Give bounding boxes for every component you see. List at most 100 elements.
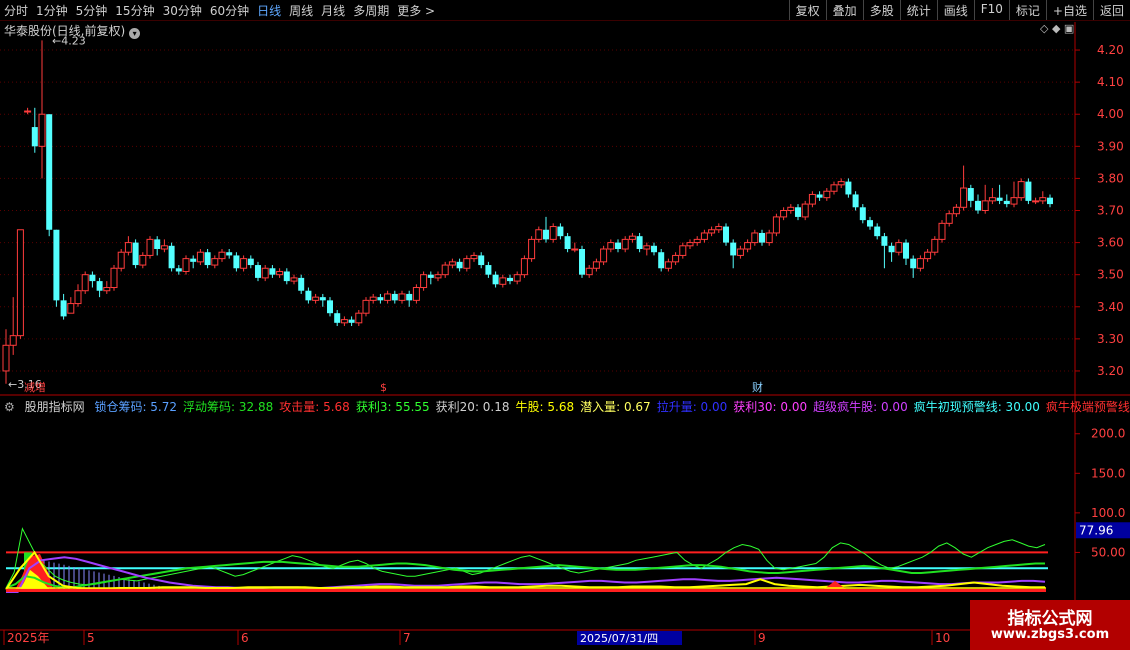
tab-period-5[interactable]: 60分钟	[210, 4, 249, 18]
toolbar-button-0[interactable]: 复权	[788, 0, 826, 20]
tab-period-10[interactable]: 更多 >	[397, 4, 435, 18]
tab-period-0[interactable]: 分时	[4, 4, 28, 18]
candle-body	[981, 200, 989, 211]
candle	[117, 249, 125, 272]
candle	[398, 290, 406, 304]
candle-body	[190, 258, 197, 262]
candle	[441, 261, 449, 278]
candle	[557, 223, 564, 240]
chart-title[interactable]: 华泰股份(日线,前复权) ▾	[4, 22, 141, 39]
candle-body	[218, 251, 226, 260]
candle	[312, 293, 320, 304]
period-tabs: 分时 1分钟 5分钟 15分钟 30分钟 60分钟 日线 周线 月线 多周期 更多 >	[4, 2, 443, 19]
candle-body	[398, 293, 406, 301]
toolbar-button-2[interactable]: 多股	[862, 0, 900, 20]
candle	[334, 309, 341, 327]
candle	[801, 200, 809, 221]
toolbar-button-7[interactable]: +自选	[1045, 0, 1093, 20]
candle-body	[686, 242, 694, 247]
price-tick-label: 3.30	[1097, 332, 1124, 346]
tab-period-1[interactable]: 1分钟	[36, 4, 68, 18]
toolbar-button-6[interactable]: 标记	[1008, 0, 1046, 20]
candle	[420, 271, 428, 291]
candle-body	[499, 277, 507, 285]
indicator-series	[5, 527, 1048, 593]
candle-body	[182, 258, 190, 272]
tab-period-7[interactable]: 周线	[289, 4, 313, 18]
tab-period-4[interactable]: 30分钟	[163, 4, 202, 18]
candle-body	[117, 251, 125, 269]
base-strip	[6, 588, 1046, 592]
candle-body	[952, 206, 960, 215]
candle	[535, 226, 543, 243]
candle	[952, 204, 960, 217]
candle	[369, 293, 377, 304]
chart-controls[interactable]: ◇ ◆ ▣	[1040, 22, 1074, 35]
candle-body	[564, 236, 571, 250]
chevron-down-icon[interactable]: ▾	[129, 28, 141, 39]
candle	[247, 255, 254, 269]
indicator-tick-label: 50.00	[1091, 545, 1125, 559]
candle-body	[823, 190, 831, 199]
candle	[53, 229, 60, 307]
candle	[81, 271, 89, 294]
candle	[808, 191, 816, 208]
tab-period-8[interactable]: 月线	[321, 4, 345, 18]
candle-body	[362, 299, 370, 314]
candle	[672, 252, 680, 266]
candle-body	[679, 245, 687, 256]
candle	[16, 229, 24, 339]
candle-body	[910, 258, 917, 269]
candle-body	[787, 206, 795, 211]
gear-icon[interactable]: ⚙	[4, 400, 15, 414]
candle-body	[305, 290, 312, 301]
toolbar-button-4[interactable]: 画线	[936, 0, 974, 20]
candle-body	[1039, 197, 1047, 202]
candle	[226, 249, 233, 259]
tab-period-3[interactable]: 15分钟	[115, 4, 154, 18]
chart-title-text: 华泰股份(日线,前复权)	[4, 24, 126, 38]
candle	[924, 249, 932, 262]
candle-body	[975, 200, 981, 211]
candle-body	[507, 277, 513, 282]
candle	[1003, 194, 1010, 208]
toolbar-button-5[interactable]: F10	[973, 0, 1009, 20]
candle-body	[261, 267, 269, 279]
candle	[132, 239, 139, 269]
candle-body	[81, 274, 89, 292]
candle	[579, 245, 585, 278]
tab-period-6[interactable]: 日线	[257, 4, 281, 18]
candle	[816, 191, 823, 201]
candle-body	[132, 242, 139, 266]
toolbar-button-8[interactable]: 返回	[1092, 0, 1130, 20]
candle-body	[693, 238, 701, 244]
candle-body	[1025, 181, 1032, 201]
candle	[1010, 181, 1018, 208]
toolbar-button-1[interactable]: 叠加	[825, 0, 863, 20]
candle-body	[240, 258, 248, 269]
candle-body	[708, 229, 716, 234]
candle-body	[845, 181, 852, 195]
candle	[981, 184, 989, 214]
candle	[305, 287, 312, 304]
candle-body	[1003, 200, 1010, 205]
indicator-value-7: 拉升量: 0.00	[656, 400, 728, 414]
date-axis: 2025年 5 6 7 9 10 2025/07/31/四	[3, 630, 950, 645]
candle-body	[658, 252, 665, 269]
candle	[74, 284, 82, 307]
indicator-tick-label: 200.0	[1091, 427, 1125, 441]
candle-body	[780, 210, 788, 218]
toolbar-button-3[interactable]: 统计	[899, 0, 937, 20]
indicator-name[interactable]: 股朋指标网	[25, 400, 85, 414]
candle	[571, 242, 579, 253]
candle-body	[1017, 181, 1025, 199]
tab-period-9[interactable]: 多周期	[353, 4, 389, 18]
candle	[190, 255, 197, 269]
candle-body	[478, 255, 485, 266]
tab-period-2[interactable]: 5分钟	[76, 4, 108, 18]
candle	[434, 271, 442, 282]
price-tick-label: 4.10	[1097, 75, 1124, 89]
candle-body	[571, 248, 579, 251]
date-tick-label: 5	[87, 631, 95, 645]
candle-body	[945, 213, 953, 224]
